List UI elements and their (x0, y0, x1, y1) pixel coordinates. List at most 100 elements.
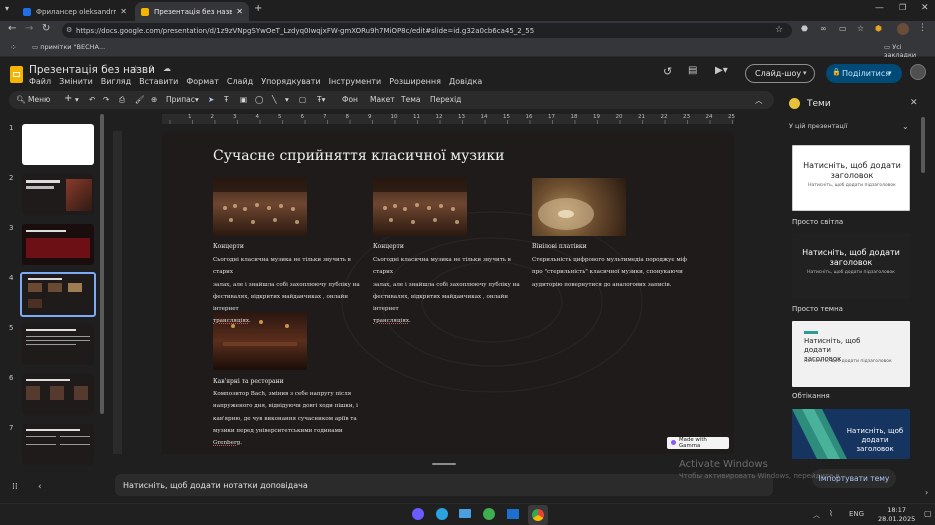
menu-extensions[interactable]: Розширення (389, 77, 441, 86)
telegram-icon[interactable] (436, 508, 448, 520)
close-panel-icon[interactable]: ✕ (910, 98, 918, 108)
cloud-saved-icon[interactable]: ☁ (163, 64, 171, 73)
extension-icon[interactable]: ∞ (820, 24, 827, 33)
discord-icon[interactable] (412, 508, 424, 520)
window-close-icon[interactable]: ✕ (921, 3, 929, 13)
more-vert-icon[interactable]: ⋮ (918, 23, 927, 33)
menus-search[interactable]: Меню (28, 95, 50, 104)
utorrent-icon[interactable] (483, 508, 495, 520)
menu-format[interactable]: Формат (186, 77, 218, 86)
print-icon[interactable]: ⎙ (119, 95, 125, 105)
slide-thumbnail-7[interactable] (22, 424, 94, 465)
slide-4[interactable]: Сучасне сприйняття класичної музики Конц… (162, 132, 734, 454)
extension-icon[interactable]: ☆ (857, 24, 864, 33)
column-body[interactable]: Сьогодні класична музика не тільки звучи… (373, 254, 528, 328)
theme-card-focus[interactable]: Натисніть, щоб додати заголовок (792, 409, 910, 459)
menu-help[interactable]: Довідка (449, 77, 482, 86)
theme-card-simple-light[interactable]: Натисніть, щоб додати заголовок Натисніт… (792, 145, 910, 211)
forward-arrow-icon[interactable]: → (25, 23, 33, 34)
transition-button[interactable]: Перехід (430, 95, 461, 104)
menu-tools[interactable]: Інструменти (329, 77, 382, 86)
redo-icon[interactable]: ↷ (103, 95, 109, 104)
back-arrow-icon[interactable]: ← (8, 23, 16, 34)
new-slide-dropdown-icon[interactable]: ▾ (75, 95, 79, 104)
select-cursor-icon[interactable]: ➤ (208, 95, 214, 104)
column-body[interactable]: Стерильність цифрового мультимедіа пород… (532, 254, 692, 291)
photos-icon[interactable] (459, 509, 471, 518)
orchestra-image[interactable] (373, 178, 467, 236)
profile-avatar[interactable] (897, 23, 909, 35)
menu-file[interactable]: Файл (29, 77, 51, 86)
made-with-gamma-badge[interactable]: Made with Gamma (667, 437, 729, 449)
slide-thumbnail-2[interactable] (22, 174, 94, 215)
column-body[interactable]: Сьогодні класична музика не тільки звучи… (213, 254, 368, 328)
search-menus-icon[interactable]: 🔍︎ (16, 95, 26, 104)
slide-thumbnail-6[interactable] (22, 374, 94, 415)
history-icon[interactable]: ↺ (663, 65, 672, 78)
orchestra-image[interactable] (213, 178, 307, 236)
network-icon[interactable]: ⌇ (829, 509, 833, 518)
collapse-filmstrip-icon[interactable]: ‹ (38, 482, 42, 492)
minimize-icon[interactable]: — (875, 3, 884, 13)
column-body[interactable]: Композитор Bach, змінив з себе напругу п… (213, 388, 373, 449)
chevron-down-icon[interactable]: ⌄ (902, 122, 909, 131)
filmstrip-scrollbar[interactable] (100, 114, 104, 414)
zoom-dropdown-icon[interactable]: ▾ (195, 95, 199, 104)
column-heading[interactable]: Концерти (373, 243, 404, 250)
apps-grid-icon[interactable]: ⁘ (10, 43, 17, 52)
new-tab-plus-icon[interactable]: + (254, 3, 262, 14)
share-dropdown-icon[interactable]: ▾ (888, 69, 892, 77)
visual-studio-icon[interactable] (507, 509, 519, 519)
side-panel-toggle-icon[interactable]: › (925, 488, 928, 497)
site-info-icon[interactable]: ⚙ (66, 26, 72, 34)
extension-icon[interactable]: ⬣ (801, 24, 808, 33)
slide-title[interactable]: Сучасне сприйняття класичної музики (213, 148, 504, 164)
tab-search-icon[interactable]: ▾ (5, 4, 9, 13)
comment-icon[interactable]: ▢ (299, 95, 306, 104)
language-indicator[interactable]: ENG (849, 510, 864, 518)
theme-card-simple-dark[interactable]: Натисніть, щоб додати заголовок Натисніт… (792, 233, 910, 299)
shape-icon[interactable]: ◯ (255, 95, 263, 104)
browser-tab-freelancer[interactable]: Фрилансер oleksandrmazula1 ✕ (17, 2, 133, 21)
themes-scrollbar[interactable] (921, 117, 925, 173)
extension-icon[interactable]: ▭ (839, 24, 847, 33)
extension-icon[interactable]: ⬢ (875, 24, 882, 33)
paint-format-icon[interactable]: 🖌︎ (135, 95, 145, 104)
star-icon[interactable]: ☆ (132, 64, 139, 73)
column-heading[interactable]: Кав'ярні та ресторани (213, 378, 284, 385)
menu-arrange[interactable]: Упорядкувати (261, 77, 320, 86)
slide-thumbnail-4-selected[interactable] (20, 272, 96, 317)
vinyl-record-image[interactable] (532, 178, 626, 236)
account-avatar[interactable] (910, 64, 926, 80)
slide-thumbnail-3[interactable] (22, 224, 94, 265)
layout-button[interactable]: Макет (370, 95, 395, 104)
menu-slide[interactable]: Слайд (227, 77, 253, 86)
zoom-icon[interactable]: ⊕ (151, 95, 157, 104)
collapse-toolbar-icon[interactable]: ︿ (755, 95, 763, 106)
speaker-notes[interactable]: Натисніть, щоб додати нотатки доповідача (115, 474, 773, 496)
line-icon[interactable]: ╲ (272, 95, 277, 104)
slide-thumbnail-1[interactable] (22, 124, 94, 165)
maximize-icon[interactable]: ❐ (899, 3, 906, 12)
theme-card-streamline[interactable]: Натисніть, щоб додати заголовок Натисніт… (792, 321, 910, 387)
image-icon[interactable]: ▣ (240, 95, 247, 104)
tray-chevron-icon[interactable]: ︿ (813, 510, 820, 520)
text-box-icon[interactable]: Ŧ (224, 95, 229, 104)
column-heading[interactable]: Концерти (213, 243, 244, 250)
undo-icon[interactable]: ↶ (89, 95, 95, 104)
move-folder-icon[interactable]: ⇪ (148, 64, 155, 73)
slide-thumbnail-5[interactable] (22, 324, 94, 365)
grid-view-icon[interactable]: ⁞⁞ (12, 482, 18, 492)
menu-edit[interactable]: Змінити (59, 77, 93, 86)
menu-view[interactable]: Вигляд (101, 77, 131, 86)
comments-icon[interactable]: ▤ (688, 65, 697, 76)
line-dropdown-icon[interactable]: ▾ (285, 95, 289, 104)
reload-icon[interactable]: ↻ (42, 23, 50, 34)
slides-logo[interactable] (10, 66, 23, 83)
close-icon[interactable]: ✕ (236, 7, 243, 16)
slideshow-dropdown-icon[interactable]: ▾ (803, 69, 807, 77)
menu-insert[interactable]: Вставити (139, 77, 178, 86)
address-bar[interactable]: ⚙ https://docs.google.com/presentation/d… (62, 23, 792, 38)
zoom-select[interactable]: Припас (166, 95, 195, 104)
chrome-taskbar-active[interactable] (528, 505, 548, 525)
